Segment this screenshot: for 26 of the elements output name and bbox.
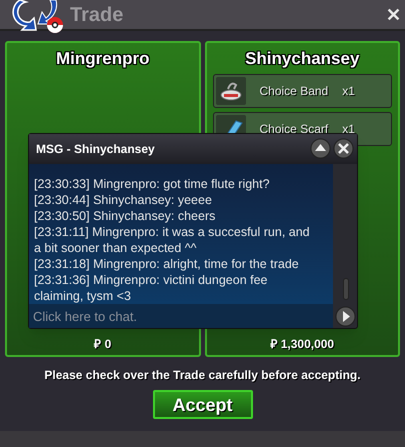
chat-message: [23:30:44] Shinychansey: yeeee: [34, 192, 213, 208]
send-icon[interactable]: [334, 306, 356, 327]
item-quantity: x1: [342, 82, 355, 100]
chat-title: MSG - Shinychansey: [36, 140, 155, 158]
item-label: Choice Scarf: [260, 120, 328, 138]
item-row[interactable]: Choice Band x1: [212, 74, 392, 108]
player-name: Shinychansey: [245, 48, 360, 70]
ring-icon: [216, 76, 246, 104]
money-amount: ₽ 1,300,000: [270, 336, 334, 353]
close-button[interactable]: ✕: [386, 6, 401, 24]
chat-message: [23:31:18] Mingrenpro: alright, time for the trade: [34, 256, 300, 272]
collapse-icon[interactable]: [310, 138, 331, 160]
item-label: Choice Band: [260, 82, 328, 100]
chat-input[interactable]: Click here to chat.: [29, 304, 333, 328]
item-quantity: x1: [342, 120, 355, 138]
chat-message: [23:31:11] Mingrenpro: it was a succesful run, and a bit sooner than expected ^^: [34, 224, 311, 256]
scrollbar-thumb[interactable]: [343, 278, 349, 300]
money-amount: ₽ 0: [94, 336, 112, 353]
notice-text: Please check over the Trade carefully before accepting.: [44, 367, 361, 384]
window-title: Trade: [70, 2, 124, 28]
chat-message: [23:31:36] Mingrenpro: victini dungeon fee claiming, tysm <3: [34, 272, 268, 304]
chat-message: [23:30:33] Mingrenpro: got time flute right?: [34, 176, 271, 192]
chat-message: [23:30:50] Shinychansey: cheers: [34, 208, 216, 224]
accept-button[interactable]: Accept: [152, 390, 252, 419]
close-icon[interactable]: [333, 138, 354, 160]
player-name: Mingrenpro: [56, 48, 150, 70]
